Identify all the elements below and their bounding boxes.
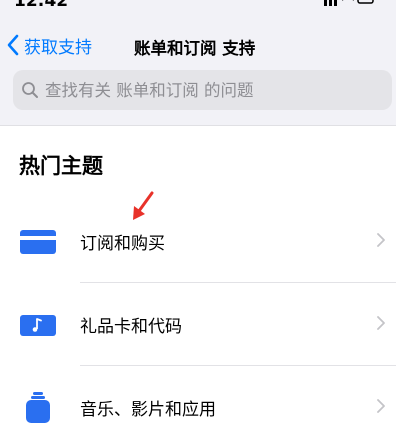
chevron-right-icon [377, 316, 385, 330]
back-button[interactable]: 获取支持 [6, 32, 92, 58]
topic-row-media-apps[interactable]: 音乐、影片和应用 [0, 366, 396, 437]
chevron-right-icon [377, 233, 385, 247]
section-title: 热门主题 [19, 154, 103, 178]
topic-row-gift-cards[interactable]: 礼品卡和代码 [0, 283, 396, 366]
app-stack-icon [26, 392, 50, 423]
topic-list: 订阅和购买 礼品卡和代码 音乐、影片和应用 [0, 200, 396, 437]
topic-row-subscriptions[interactable]: 订阅和购买 [0, 200, 396, 283]
navigation-header: 获取支持 账单和订阅 支持 [0, 22, 396, 126]
chevron-left-icon [7, 34, 19, 56]
topic-label: 订阅和购买 [80, 234, 165, 254]
status-bar: 12:42 [0, 0, 396, 22]
credit-card-icon [20, 230, 56, 254]
search-icon [22, 82, 38, 98]
chevron-right-icon [377, 399, 385, 413]
gift-card-icon [20, 315, 56, 336]
signal-wifi-battery-icon [324, 0, 374, 6]
page-title: 账单和订阅 支持 [134, 39, 256, 58]
search-input[interactable] [45, 75, 375, 105]
back-label: 获取支持 [24, 37, 92, 58]
topic-label: 礼品卡和代码 [80, 317, 182, 337]
topic-label: 音乐、影片和应用 [80, 400, 216, 420]
search-box[interactable] [13, 70, 392, 110]
status-time: 12:42 [14, 0, 69, 11]
